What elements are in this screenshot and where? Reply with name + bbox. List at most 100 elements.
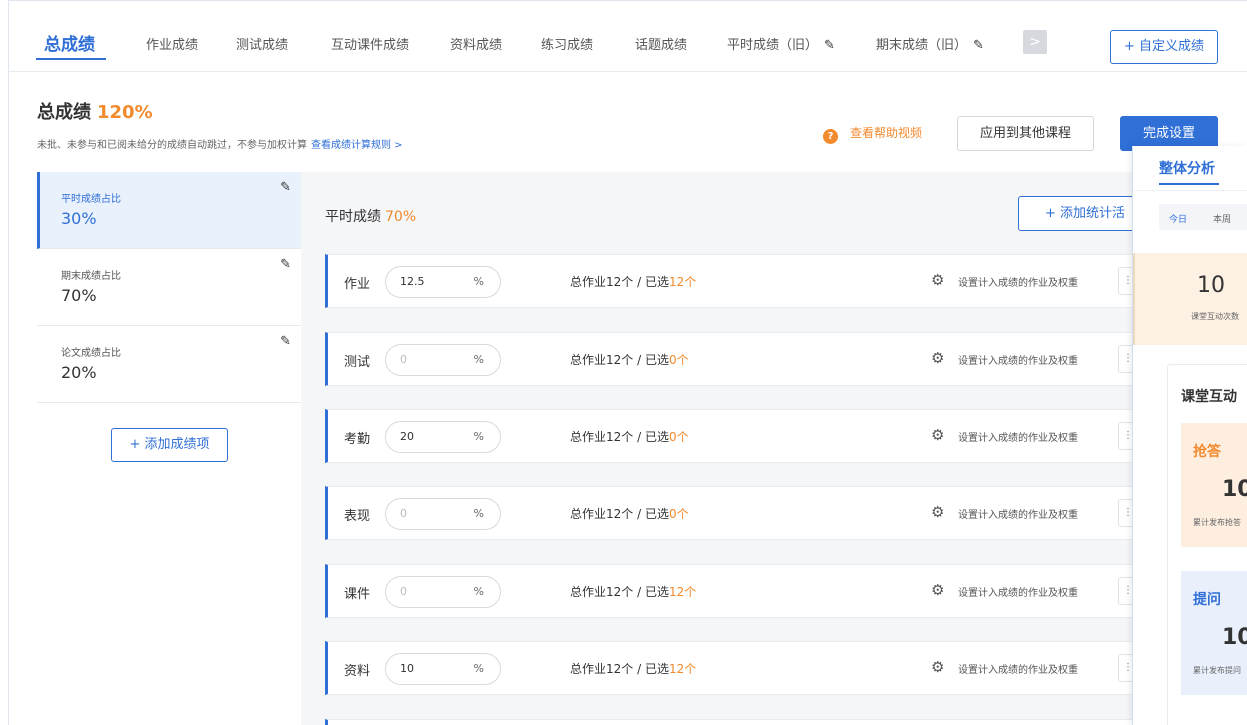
row-count-total: 总作业12个 / 已选 [570,585,669,599]
custom-grade-button[interactable]: + 自定义成绩 [1110,30,1218,64]
set-weights-link[interactable]: 设置计入成绩的作业及权重 [958,661,1078,676]
gear-icon[interactable]: ⚙ [931,503,944,521]
row-count-selected: 0个 [668,507,689,521]
analysis-title-underline [1159,183,1219,185]
weight-placeholder: 0 [400,585,407,598]
row-count-total: 总作业12个 / 已选 [570,662,669,676]
row-label: 表现 [344,509,371,524]
question-icon: ? [823,129,838,144]
gear-icon[interactable]: ⚙ [931,271,944,289]
tiwen-card[interactable]: 提问 10 累计发布提问 [1181,571,1247,695]
set-weights-link[interactable]: 设置计入成绩的作业及权重 [958,274,1078,289]
row-count-selected: 0个 [668,430,689,444]
weight-input[interactable]: 0 % [385,344,501,376]
gear-icon[interactable]: ⚙ [931,658,944,676]
tab-homework[interactable]: 作业成绩 [146,34,198,53]
grade-item-label: 期末成绩占比 [61,271,121,282]
tab-regular-old[interactable]: 平时成绩（旧） ✎ [727,34,835,53]
qiangda-count: 10 [1222,477,1247,502]
qiangda-card[interactable]: 抢答 10 累计发布抢答 [1181,423,1247,547]
weight-value: 20 [400,430,414,443]
weight-value: 12.5 [400,275,425,288]
weight-input[interactable]: 20 % [385,421,501,453]
weight-unit: % [473,585,484,598]
add-stat-activity-button[interactable]: + 添加统计活 [1018,196,1148,231]
grade-row-performance: 表现 0 % 总作业12个 / 已选0个 ⚙ 设置计入成绩的作业及权重 ⋮ [325,486,1225,540]
row-count-selected: 12个 [668,275,697,289]
grade-item-final[interactable]: 期末成绩占比 70% ✎ [37,249,301,326]
set-weights-link[interactable]: 设置计入成绩的作业及权重 [958,506,1078,521]
help-video-link[interactable]: ? 查看帮助视频 [823,124,922,144]
grade-item-list: 平时成绩占比 30% ✎ 期末成绩占比 70% ✎ 论文成绩占比 20% ✎ [37,172,301,403]
tab-courseware[interactable]: 互动课件成绩 [331,34,409,53]
tab-total[interactable]: 总成绩 [44,30,95,55]
gear-icon[interactable]: ⚙ [931,426,944,444]
weight-unit: % [473,275,484,288]
set-weights-link[interactable]: 设置计入成绩的作业及权重 [958,352,1078,367]
row-count: 总作业12个 / 已选12个 [570,660,696,677]
row-count-selected: 0个 [668,353,689,367]
gear-icon[interactable]: ⚙ [931,349,944,367]
weight-input[interactable]: 0 % [385,576,501,608]
tab-final-old[interactable]: 期末成绩（旧） ✎ [876,34,984,53]
classroom-interaction-title: 课堂互动 [1181,389,1237,405]
row-count: 总作业12个 / 已选0个 [570,428,689,445]
interaction-count-card: 10 课堂互动次数 [1133,253,1247,345]
tab-practice[interactable]: 练习成绩 [541,34,593,53]
view-rules-link[interactable]: 查看成绩计算规则 > [311,140,403,151]
pencil-icon[interactable]: ✎ [973,38,984,53]
row-count: 总作业12个 / 已选0个 [570,351,689,368]
weight-unit: % [473,662,484,675]
apply-to-other-courses-button[interactable]: 应用到其他课程 [957,116,1094,151]
row-count: 总作业12个 / 已选12个 [570,273,696,290]
pencil-icon[interactable]: ✎ [824,38,835,53]
gear-icon[interactable]: ⚙ [931,581,944,599]
weight-unit: % [473,507,484,520]
row-count-total: 总作业12个 / 已选 [570,507,669,521]
row-count-total: 总作业12个 / 已选 [570,430,669,444]
interaction-count-label: 课堂互动次数 [1191,312,1239,321]
tiwen-title: 提问 [1193,592,1221,608]
weight-unit: % [473,430,484,443]
page-title-pct: 120% [97,102,153,123]
pencil-icon[interactable]: ✎ [280,334,291,349]
range-today[interactable]: 今日 [1169,212,1187,225]
set-weights-link[interactable]: 设置计入成绩的作业及权重 [958,429,1078,444]
tab-final-old-label: 期末成绩（旧） [876,38,968,53]
grade-row-partial [325,719,1225,725]
analysis-title[interactable]: 整体分析 [1159,158,1215,178]
weight-input[interactable]: 12.5 % [385,266,501,298]
grade-description: 未批、未参与和已阅未给分的成绩自动跳过，不参与加权计算 查看成绩计算规则 > [37,136,403,151]
overall-analysis-panel: 整体分析 今日 本周 10 课堂互动次数 课堂互动 抢答 10 累计发布抢答 提… [1132,146,1247,725]
weight-input[interactable]: 10 % [385,653,501,685]
weight-input[interactable]: 0 % [385,498,501,530]
interaction-count: 10 [1197,273,1225,298]
grade-item-regular[interactable]: 平时成绩占比 30% ✎ [37,172,301,249]
range-week[interactable]: 本周 [1213,212,1231,225]
row-count-total: 总作业12个 / 已选 [570,353,669,367]
help-video-label: 查看帮助视频 [850,126,923,140]
add-grade-item-button[interactable]: + 添加成绩项 [111,428,228,462]
divider [1133,190,1247,191]
row-label: 考勤 [344,432,371,447]
pencil-icon[interactable]: ✎ [280,257,291,272]
tab-test[interactable]: 测试成绩 [236,34,288,53]
grade-description-text: 未批、未参与和已阅未给分的成绩自动跳过，不参与加权计算 [37,140,307,151]
set-weights-link[interactable]: 设置计入成绩的作业及权重 [958,584,1078,599]
tab-topic[interactable]: 话题成绩 [635,34,687,53]
grade-item-paper[interactable]: 论文成绩占比 20% ✎ [37,326,301,403]
tab-scroll-right-button[interactable]: > [1023,30,1047,54]
tiwen-label: 累计发布提问 [1193,666,1241,675]
grade-row-courseware: 课件 0 % 总作业12个 / 已选12个 ⚙ 设置计入成绩的作业及权重 ⋮ [325,564,1225,618]
grade-item-label: 平时成绩占比 [61,194,121,205]
grade-row-homework: 作业 12.5 % 总作业12个 / 已选12个 ⚙ 设置计入成绩的作业及权重 … [325,254,1225,308]
regular-grade-panel: 平时成绩 70% + 添加统计活 作业 12.5 % 总作业12个 / 已选12个… [301,172,1247,725]
section-title-text: 平时成绩 [325,209,381,225]
row-label: 资料 [344,664,371,679]
weight-unit: % [473,353,484,366]
grade-item-label: 论文成绩占比 [61,348,121,359]
grade-item-value: 30% [61,209,97,228]
tiwen-count: 10 [1222,625,1247,650]
tab-material[interactable]: 资料成绩 [450,34,502,53]
pencil-icon[interactable]: ✎ [280,180,291,195]
